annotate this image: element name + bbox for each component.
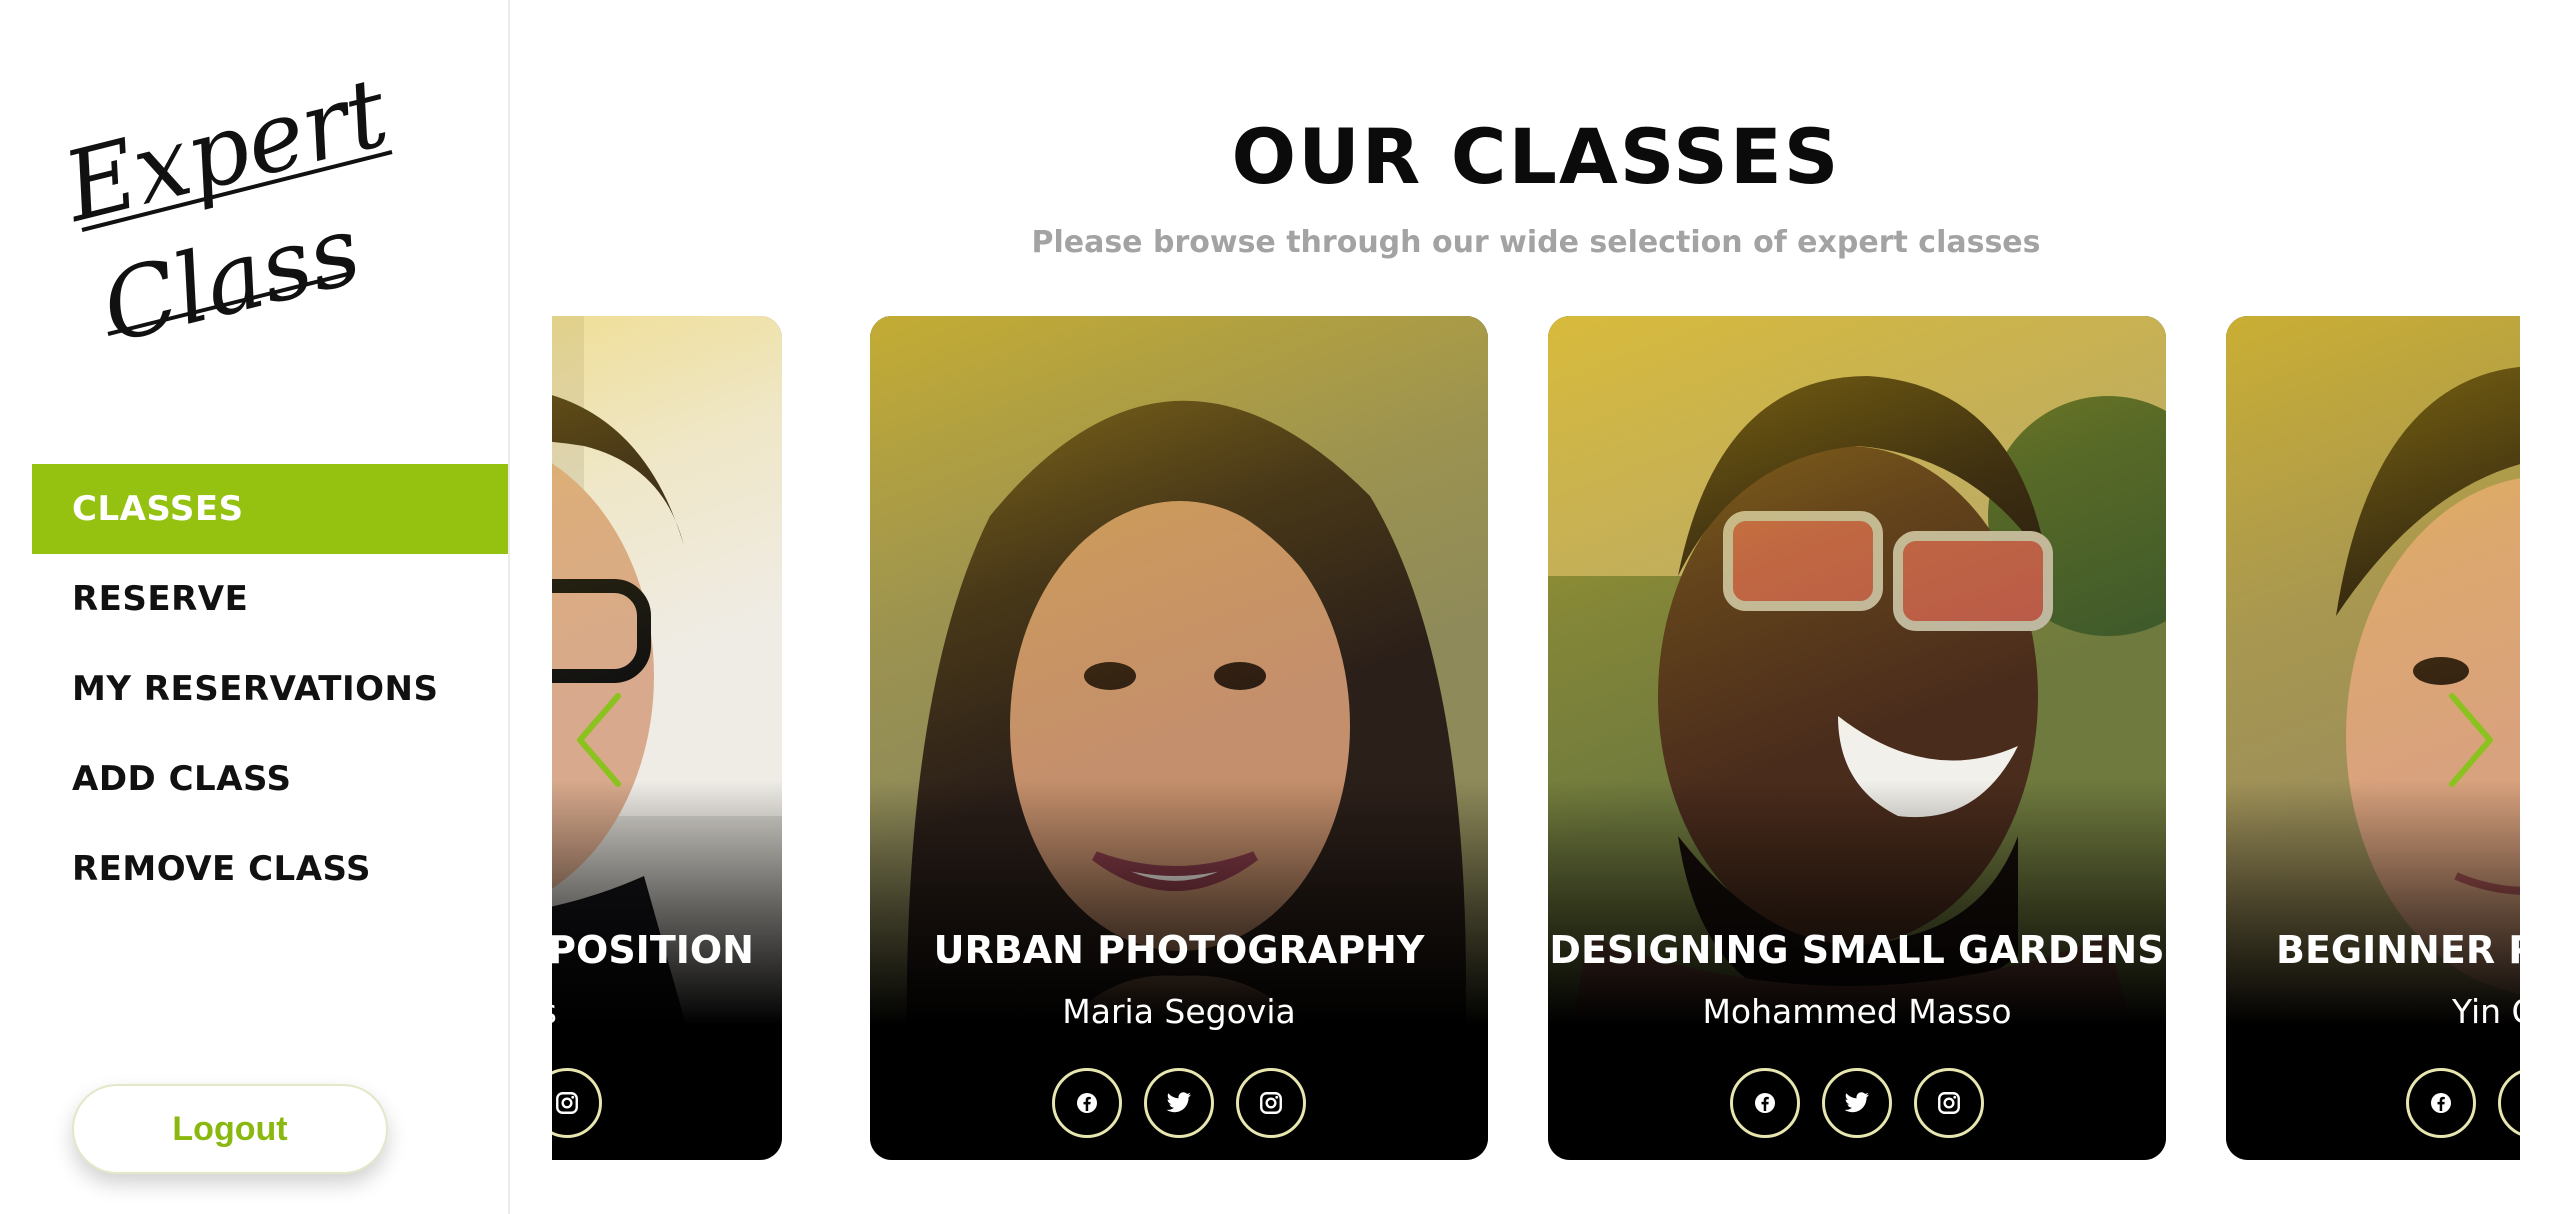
class-title: URBAN PHOTOGRAPHY [933,928,1425,972]
nav-item-reserve[interactable]: RESERVE [32,554,508,644]
classes-carousel: MPOSITION ns [552,316,2520,1160]
class-teacher: Maria Segovia [1062,992,1296,1031]
class-teacher: Mohammed Masso [1702,992,2012,1031]
twitter-icon[interactable] [2498,1068,2520,1138]
card-gradient-overlay [870,316,1488,1160]
nav-item-remove-class[interactable]: REMOVE CLASS [32,824,508,914]
class-title: DESIGNING SMALL GARDENS [1549,928,2165,972]
instagram-icon[interactable] [1914,1068,1984,1138]
nav-item-classes[interactable]: CLASSES [32,464,508,554]
chevron-right-icon[interactable] [2440,690,2500,790]
nav-item-my-reservations[interactable]: MY RESERVATIONS [32,644,508,734]
class-card[interactable]: URBAN PHOTOGRAPHY Maria Segovia [870,316,1488,1160]
facebook-icon[interactable] [1052,1068,1122,1138]
logout-button[interactable]: Logout [72,1084,388,1174]
page-subtitle: Please browse through our wide selection… [1031,225,2041,260]
class-title: BEGINNER PIA [2276,928,2520,972]
main-nav: CLASSES RESERVE MY RESERVATIONS ADD CLAS… [32,464,508,914]
social-links [2226,1068,2520,1138]
class-teacher: ns [552,992,782,1031]
chevron-left-icon[interactable] [570,690,630,790]
social-links [1548,1068,2166,1138]
twitter-icon[interactable] [1144,1068,1214,1138]
class-card[interactable]: DESIGNING SMALL GARDENS Mohammed Masso [1548,316,2166,1160]
app: Expert Class CLASSES RESERVE MY RESERVAT… [0,0,2560,1214]
nav-item-add-class[interactable]: ADD CLASS [32,734,508,824]
class-title: MPOSITION [552,928,754,972]
page-title: OUR CLASSES [1231,112,1841,201]
expert-class-logo[interactable]: Expert Class [62,62,412,352]
instagram-icon[interactable] [1236,1068,1306,1138]
sidebar: Expert Class CLASSES RESERVE MY RESERVAT… [0,0,510,1214]
social-links [552,1068,782,1138]
facebook-icon[interactable] [1730,1068,1800,1138]
card-gradient-overlay [1548,316,2166,1160]
class-teacher: Yin C [2452,992,2520,1031]
instagram-icon[interactable] [552,1068,602,1138]
social-links [870,1068,1488,1138]
facebook-icon[interactable] [2406,1068,2476,1138]
twitter-icon[interactable] [1822,1068,1892,1138]
